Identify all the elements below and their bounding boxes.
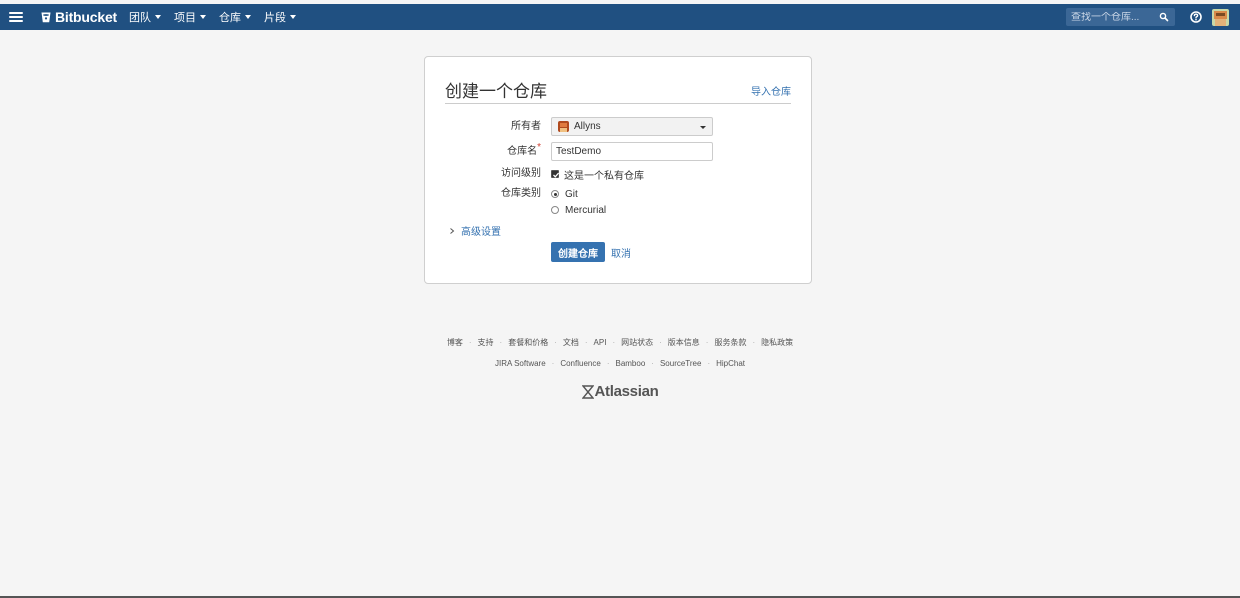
repo-name-row: 仓库名* [445, 142, 793, 162]
atlassian-text: Atlassian [594, 383, 659, 400]
footer-link-docs[interactable]: 文档 [563, 337, 579, 348]
separator-dot: · [651, 358, 654, 368]
footer-link-sourcetree[interactable]: SourceTree [660, 359, 702, 368]
owner-row: 所有者 Allyns [445, 117, 793, 137]
advanced-settings-label: 高级设置 [461, 227, 501, 238]
repo-type-row: 仓库类别 Git Mercurial [445, 184, 793, 220]
atlassian-logo-icon [581, 384, 594, 399]
caret-down-icon [200, 15, 206, 19]
access-level-label: 访问级别 [501, 168, 541, 179]
repo-name-label-text: 仓库名 [507, 146, 538, 157]
footer-link-status[interactable]: 网站状态 [621, 337, 653, 348]
footer-link-api[interactable]: API [594, 338, 607, 347]
nav-projects[interactable]: 项目 [174, 9, 206, 25]
git-label: Git [565, 188, 578, 200]
nav-repositories[interactable]: 仓库 [219, 9, 251, 25]
title-divider [445, 103, 791, 104]
search-box [1066, 8, 1175, 26]
search-input[interactable] [1071, 11, 1151, 23]
repo-name-label: 仓库名* [445, 142, 541, 162]
footer-link-support[interactable]: 支持 [478, 337, 494, 348]
nav-teams-label: 团队 [129, 12, 151, 24]
separator-dot: · [707, 358, 711, 368]
footer-link-confluence[interactable]: Confluence [560, 359, 600, 368]
separator-dot: · [606, 358, 610, 368]
create-repository-card: 创建一个仓库 导入仓库 所有者 Allyns 仓库名* TestDemo 访问级… [424, 56, 812, 284]
separator-dot: · [468, 337, 472, 347]
advanced-settings-toggle[interactable]: 高级设置 [449, 223, 501, 238]
footer-link-jira[interactable]: JIRA Software [495, 359, 546, 368]
separator-dot: · [705, 337, 709, 347]
footer-link-hipchat[interactable]: HipChat [716, 359, 745, 368]
atlassian-brand[interactable]: Atlassian [0, 383, 1240, 400]
user-avatar[interactable] [1212, 8, 1229, 26]
footer-link-blog[interactable]: 博客 [447, 337, 463, 348]
main-nav: 团队 项目 仓库 片段 [129, 9, 309, 25]
footer-links-primary: 博客 · 支持 · 套餐和价格 · 文档 · API · 网站状态 · 版本信息 · 服务条款… [0, 336, 1240, 348]
check-icon [553, 172, 560, 178]
access-level-row: 访问级别 这是一个私有仓库 [445, 164, 793, 184]
page-title: 创建一个仓库 [445, 82, 547, 101]
search-icon[interactable] [1159, 12, 1169, 22]
nav-teams[interactable]: 团队 [129, 9, 161, 25]
footer-link-terms[interactable]: 服务条款 [714, 337, 746, 348]
mercurial-radio[interactable] [551, 206, 559, 214]
bitbucket-icon [41, 12, 51, 22]
caret-down-icon [290, 15, 296, 19]
owner-label: 所有者 [511, 121, 541, 132]
footer-links-products: JIRA Software · Confluence · Bamboo · Sourc… [0, 357, 1240, 369]
private-repo-option[interactable]: 这是一个私有仓库 [551, 164, 644, 184]
nav-snippets[interactable]: 片段 [264, 9, 296, 25]
separator-dot: · [659, 337, 662, 347]
footer-link-privacy[interactable]: 隐私政策 [761, 337, 793, 348]
owner-avatar [558, 121, 569, 132]
brand-name: Bitbucket [55, 9, 117, 25]
owner-select[interactable]: Allyns [551, 117, 713, 136]
separator-dot: · [584, 337, 588, 347]
topbar-right [1066, 4, 1240, 30]
brand[interactable]: Bitbucket [41, 9, 117, 25]
owner-value: Allyns [574, 121, 601, 132]
footer-link-pricing[interactable]: 套餐和价格 [508, 337, 548, 348]
hamburger-icon[interactable] [9, 12, 23, 22]
chevron-down-icon [700, 126, 706, 129]
create-repository-button[interactable]: 创建仓库 [551, 242, 605, 262]
chevron-right-icon [450, 227, 455, 234]
required-mark: * [537, 142, 541, 153]
footer-link-release-notes[interactable]: 版本信息 [668, 337, 700, 348]
import-repository-link[interactable]: 导入仓库 [751, 83, 791, 98]
top-navigation-bar: Bitbucket 团队 项目 仓库 片段 [0, 4, 1240, 30]
nav-repositories-label: 仓库 [219, 12, 241, 24]
separator-dot: · [551, 358, 555, 368]
git-radio[interactable] [551, 190, 559, 198]
form-actions: 创建仓库 取消 [551, 242, 631, 262]
caret-down-icon [155, 15, 161, 19]
mercurial-label: Mercurial [565, 204, 607, 216]
nav-projects-label: 项目 [174, 12, 196, 24]
nav-snippets-label: 片段 [264, 12, 286, 24]
type-option-git[interactable]: Git [551, 186, 606, 202]
private-checkbox[interactable] [551, 170, 560, 178]
caret-down-icon [245, 15, 251, 19]
separator-dot: · [752, 337, 756, 347]
repo-name-input[interactable] [551, 142, 713, 161]
footer: 博客 · 支持 · 套餐和价格 · 文档 · API · 网站状态 · 版本信息 · 服务条款… [0, 336, 1240, 401]
separator-dot: · [612, 337, 616, 347]
repo-type-label: 仓库类别 [501, 188, 541, 199]
separator-dot: · [499, 337, 503, 347]
help-icon[interactable] [1190, 11, 1202, 23]
footer-link-bamboo[interactable]: Bamboo [615, 359, 645, 368]
separator-dot: · [554, 337, 557, 347]
private-label: 这是一个私有仓库 [564, 170, 644, 182]
cancel-link[interactable]: 取消 [611, 245, 631, 260]
type-option-mercurial[interactable]: Mercurial [551, 202, 606, 218]
